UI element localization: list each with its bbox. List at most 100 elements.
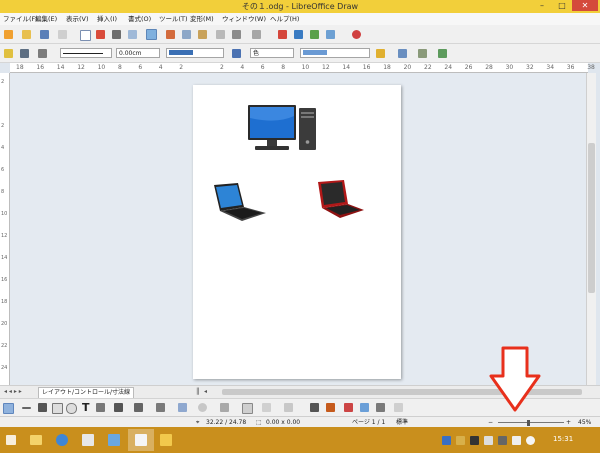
arrange-icon[interactable] [438,49,447,58]
tray-icon-3[interactable] [470,436,479,445]
shadow-icon[interactable] [376,49,385,58]
print-icon[interactable] [112,30,121,39]
line-color-select[interactable] [166,48,224,58]
align-icon[interactable] [418,49,427,58]
connector-tool-icon[interactable] [134,403,143,412]
save-icon[interactable] [40,30,49,39]
tray-speaker-icon[interactable] [512,436,521,445]
clone-format-icon[interactable] [216,30,225,39]
zoom-slider[interactable] [498,422,564,423]
flowchart-icon[interactable] [242,403,253,414]
help-icon[interactable] [352,30,361,39]
vertical-scrollbar[interactable] [586,73,596,385]
vruler-tick: 14 [1,255,8,261]
menu-window[interactable]: ウィンドウ(W) [222,13,266,25]
zoom-slider-handle[interactable] [527,420,530,426]
area-icon[interactable] [232,49,241,58]
tray-icon-2[interactable] [456,436,465,445]
line-tool-icon[interactable] [22,407,31,409]
email-icon[interactable] [58,30,67,39]
menu-help[interactable]: ヘルプ(H) [270,13,299,25]
ruler-tick: 10 [97,64,106,71]
arrow-line-tool-icon[interactable] [38,403,47,412]
arrow-style-icon[interactable] [38,49,47,58]
tray-icon-4[interactable] [484,436,493,445]
menu-view[interactable]: 表示(V) [66,13,89,25]
zoom-icon[interactable] [326,30,335,39]
fill-color-select[interactable] [300,48,370,58]
ruler-tick: 14 [56,64,65,71]
ruler-tick: 4 [158,64,163,71]
curve-tool-icon[interactable] [114,403,123,412]
line-style-select[interactable] [60,48,112,58]
tray-icon-6[interactable] [526,436,535,445]
block-arrows-icon[interactable] [220,403,229,412]
file-explorer-icon[interactable] [30,435,42,445]
menu-format[interactable]: 書式(O) [128,13,151,25]
edit-mode-icon[interactable] [80,30,91,41]
laptop-red-image[interactable] [314,180,366,220]
tray-network-icon[interactable] [442,436,451,445]
menu-tools[interactable]: ツール(T) [159,13,188,25]
table-icon[interactable] [294,30,303,39]
export-pdf-icon[interactable] [96,30,105,39]
redo-icon[interactable] [252,30,261,39]
taskbar-app3-icon[interactable] [160,434,172,446]
image-icon[interactable] [310,30,319,39]
laptop-black-image[interactable] [210,183,268,223]
vertical-ruler: 2 2 4 6 8 10 12 14 16 18 20 22 24 [0,73,10,385]
internet-explorer-icon[interactable] [56,434,68,446]
callouts-icon[interactable] [262,403,271,412]
ruler-tick: 10 [301,64,310,71]
symbol-shapes-icon[interactable] [198,403,207,412]
new-document-icon[interactable] [4,30,13,39]
stars-icon[interactable] [284,403,293,412]
print-direct-icon[interactable] [128,30,137,39]
line-width-field[interactable]: 0.00cm [116,48,160,58]
line-properties-icon[interactable] [20,49,29,58]
start-icon[interactable] [6,435,16,445]
paste-icon[interactable] [198,30,207,39]
fill-type-select[interactable]: 色 [250,48,294,58]
select-tool-icon[interactable] [3,403,14,414]
vertical-scroll-thumb[interactable] [588,143,595,293]
fontwork-icon[interactable] [344,403,353,412]
vruler-tick: 4 [1,145,5,151]
fit-text-icon[interactable] [96,403,105,412]
ruler-tick: 22 [424,64,432,71]
tab-nav-arrows-icon[interactable]: ◂ ◂ ▸ ▸ [4,388,22,395]
menu-modify[interactable]: 変形(M) [190,13,214,25]
gallery-icon[interactable] [376,403,385,412]
tab-split-handle[interactable]: ‖ [196,387,200,395]
taskbar-app2-icon[interactable] [108,434,120,446]
maximize-button[interactable]: □ [552,0,572,11]
styles-icon[interactable] [4,49,13,58]
clock[interactable]: 15:31 [553,435,573,443]
open-folder-icon[interactable] [22,30,31,39]
glue-points-icon[interactable] [326,403,335,412]
menu-insert[interactable]: 挿入(I) [97,13,117,25]
copy-icon[interactable] [182,30,191,39]
close-button[interactable]: ✕ [572,0,598,11]
lines-arrows-icon[interactable] [156,403,165,412]
minimize-button[interactable]: – [532,0,552,11]
spellcheck-icon[interactable] [146,29,157,40]
points-icon[interactable] [310,403,319,412]
menu-file[interactable]: ファイル(F) [3,13,38,25]
extrusion-icon[interactable] [394,403,403,412]
menu-edit[interactable]: 編集(E) [35,13,57,25]
taskbar-app-icon[interactable] [82,434,94,446]
rotate-icon[interactable] [398,49,407,58]
ellipse-tool-icon[interactable] [66,403,77,414]
undo-icon[interactable] [232,30,241,39]
basic-shapes-icon[interactable] [178,403,187,412]
taskbar-libreoffice-button[interactable] [128,429,154,451]
from-file-icon[interactable] [360,403,369,412]
rectangle-tool-icon[interactable] [52,403,63,414]
chart-icon[interactable] [278,30,287,39]
cut-icon[interactable] [166,30,175,39]
tray-icon-5[interactable] [498,436,507,445]
desktop-computer-image[interactable] [247,104,320,154]
scroll-left-icon[interactable]: ◂ [204,388,207,395]
text-tool-icon[interactable]: T [82,401,90,414]
